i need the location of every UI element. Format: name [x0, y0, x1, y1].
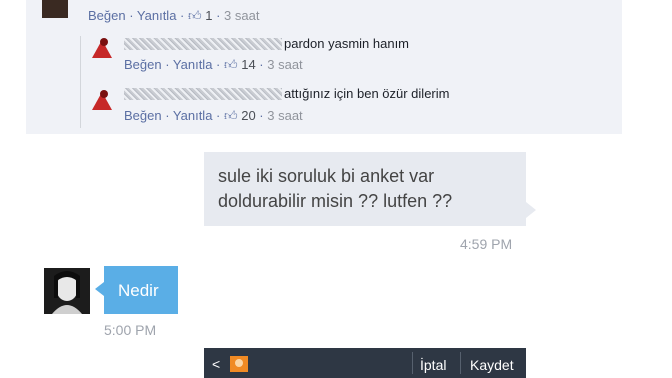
outgoing-message-bubble: sule iki soruluk bi anket var doldurabil…: [204, 152, 536, 226]
save-button[interactable]: Kaydet: [470, 357, 514, 373]
reply-time: 3 saat: [267, 108, 303, 123]
divider: [460, 352, 461, 374]
top-comment-actions: Beğen · Yanıtla · 👍︎ 1 · 3 saat: [88, 8, 260, 23]
reply-link[interactable]: Yanıtla: [173, 108, 213, 123]
reply-avatar: [90, 88, 114, 110]
outgoing-message-text: sule iki soruluk bi anket var doldurabil…: [218, 166, 453, 211]
outgoing-message-time: 4:59 PM: [460, 236, 513, 252]
contact-icon[interactable]: [230, 356, 248, 372]
incoming-message-bubble: Nedir: [95, 266, 178, 314]
blurred-author-name: [124, 38, 282, 50]
like-link[interactable]: Beğen: [124, 57, 162, 72]
thumbs-up-icon: 👍︎: [188, 8, 202, 23]
like-count: 20: [241, 108, 256, 123]
reply-link[interactable]: Yanıtla: [173, 57, 213, 72]
like-count: 14: [241, 57, 256, 72]
bottom-action-bar: < İptal Kaydet: [204, 348, 526, 378]
thumbs-up-icon: 👍︎: [224, 57, 238, 72]
blurred-author-name: [124, 88, 282, 100]
contact-avatar: [44, 268, 90, 314]
thumbs-up-icon: 👍︎: [224, 108, 238, 123]
divider: [412, 352, 413, 374]
reply-thread-line: [80, 36, 81, 128]
like-link[interactable]: Beğen: [88, 8, 126, 23]
reply-time: 3 saat: [267, 57, 303, 72]
like-count: 1: [205, 8, 213, 23]
comment-time: 3 saat: [224, 8, 260, 23]
reply-text: pardon yasmin hanım: [284, 36, 410, 51]
reply-avatar: [90, 36, 114, 58]
incoming-message-time: 5:00 PM: [104, 322, 157, 338]
reply-text: attığınız için ben özür dilerim: [284, 86, 450, 101]
reply-actions: Beğen · Yanıtla · 👍︎ 14 · 3 saat: [124, 57, 303, 72]
commenter-avatar: [42, 0, 68, 18]
incoming-message-text: Nedir: [118, 281, 159, 300]
back-chevron-icon[interactable]: <: [212, 356, 220, 372]
reply-link[interactable]: Yanıtla: [137, 8, 177, 23]
cancel-button[interactable]: İptal: [420, 357, 446, 373]
reply-actions: Beğen · Yanıtla · 👍︎ 20 · 3 saat: [124, 108, 303, 123]
like-link[interactable]: Beğen: [124, 108, 162, 123]
